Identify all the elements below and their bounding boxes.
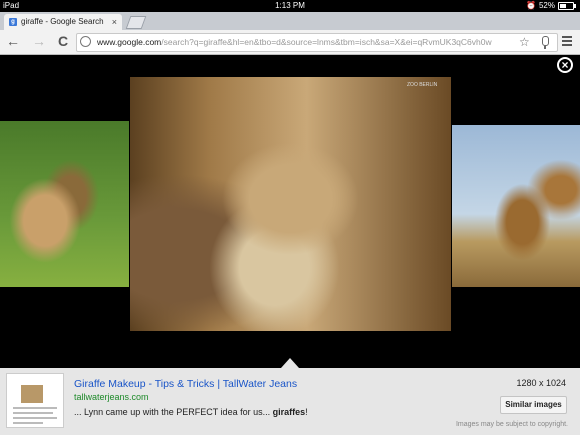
image-info-panel: Giraffe Makeup - Tips & Tricks | TallWat… <box>0 368 580 435</box>
omnibox[interactable]: www.google.com/search?q=giraffe&hl=en&tb… <box>76 33 558 52</box>
tab-close-icon[interactable]: × <box>112 14 117 30</box>
mic-icon[interactable] <box>542 36 549 49</box>
similar-images-button[interactable]: Similar images <box>500 396 567 414</box>
copyright-notice: Images may be subject to copyright. <box>455 421 568 428</box>
tab-giraffe-search[interactable]: g giraffe - Google Search × <box>4 14 122 30</box>
menu-icon[interactable] <box>562 36 572 48</box>
battery-status: ⏰ 52% <box>526 0 576 12</box>
result-site[interactable]: tallwaterjeans.com <box>74 392 149 402</box>
url-host: www.google.com <box>97 37 162 47</box>
browser-toolbar: ← → C www.google.com/search?q=giraffe&hl… <box>0 30 580 55</box>
thumbnail-line <box>13 422 43 424</box>
thumbnail-line <box>13 412 53 414</box>
tab-title: giraffe - Google Search <box>21 17 104 26</box>
result-title-link[interactable]: Giraffe Makeup - Tips & Tricks | TallWat… <box>74 378 297 390</box>
reload-button[interactable]: C <box>54 32 72 50</box>
source-page-thumbnail[interactable] <box>6 373 64 428</box>
clock: 1:13 PM <box>275 1 305 10</box>
image-dimensions: 1280 x 1024 <box>516 378 566 388</box>
new-tab-button[interactable] <box>125 16 147 29</box>
image-viewer: × ZOO BERLIN <box>0 55 580 368</box>
alarm-icon: ⏰ <box>526 1 536 10</box>
status-bar: iPad 1:13 PM ⏰ 52% <box>0 0 580 12</box>
google-favicon-icon: g <box>9 18 17 26</box>
forward-button[interactable]: → <box>30 32 48 50</box>
tab-strip: g giraffe - Google Search × <box>0 12 580 30</box>
back-button[interactable]: ← <box>4 32 22 50</box>
globe-icon <box>80 36 91 47</box>
battery-icon <box>558 2 576 10</box>
previous-image[interactable] <box>0 121 129 287</box>
battery-fill <box>560 4 566 8</box>
snippet-text: ... Lynn came up with the PERFECT idea f… <box>74 407 273 417</box>
url-path: /search?q=giraffe&hl=en&tbo=d&source=lnm… <box>161 37 492 47</box>
thumbnail-line <box>13 407 57 409</box>
selected-image[interactable]: ZOO BERLIN <box>130 77 451 331</box>
selection-pointer <box>281 358 299 368</box>
watermark-logo: ZOO BERLIN <box>407 82 438 88</box>
thumbnail-line <box>13 417 57 419</box>
close-icon[interactable]: × <box>557 57 573 73</box>
battery-percent: 52% <box>538 1 555 10</box>
next-image[interactable] <box>452 125 580 287</box>
snippet-bold: giraffes <box>272 407 306 417</box>
snippet-end: ! <box>305 407 308 417</box>
result-snippet: ... Lynn came up with the PERFECT idea f… <box>74 407 308 417</box>
bookmark-star-icon[interactable]: ☆ <box>519 34 530 51</box>
url-text[interactable]: www.google.com/search?q=giraffe&hl=en&tb… <box>97 34 492 51</box>
thumbnail-photo <box>21 385 43 403</box>
